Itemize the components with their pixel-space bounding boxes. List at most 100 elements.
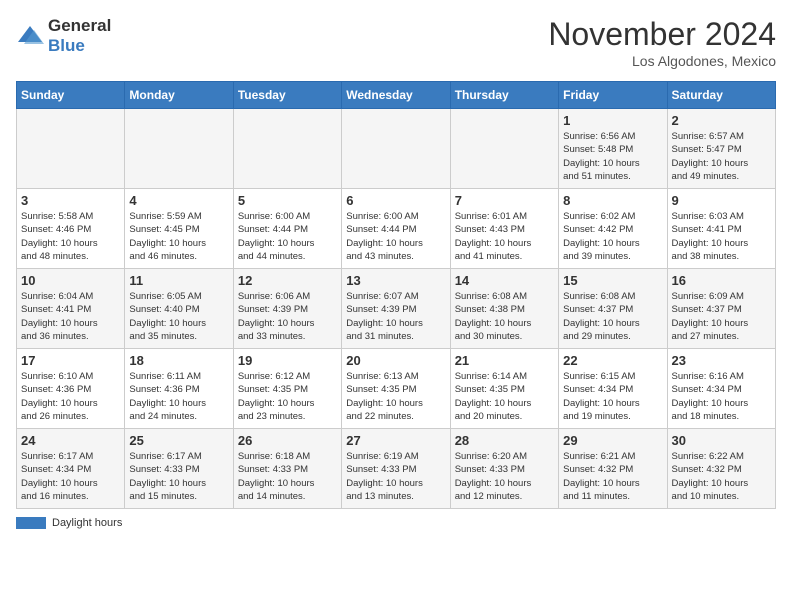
calendar-cell: 11 Sunrise: 6:05 AM Sunset: 4:40 PM Dayli… <box>125 269 233 349</box>
day-info: Sunrise: 6:22 AM Sunset: 4:32 PM Dayligh… <box>672 450 771 503</box>
day-number: 1 <box>563 113 662 128</box>
day-number: 25 <box>129 433 228 448</box>
weekday-header: Monday <box>125 82 233 109</box>
calendar-cell: 8 Sunrise: 6:02 AM Sunset: 4:42 PM Daylig… <box>559 189 667 269</box>
day-number: 14 <box>455 273 554 288</box>
calendar-cell <box>125 109 233 189</box>
day-number: 28 <box>455 433 554 448</box>
day-number: 17 <box>21 353 120 368</box>
weekday-header: Tuesday <box>233 82 341 109</box>
day-info: Sunrise: 6:14 AM Sunset: 4:35 PM Dayligh… <box>455 370 554 423</box>
day-info: Sunrise: 6:00 AM Sunset: 4:44 PM Dayligh… <box>238 210 337 263</box>
day-info: Sunrise: 6:06 AM Sunset: 4:39 PM Dayligh… <box>238 290 337 343</box>
day-info: Sunrise: 6:05 AM Sunset: 4:40 PM Dayligh… <box>129 290 228 343</box>
logo-blue: Blue <box>48 36 85 55</box>
calendar-cell: 9 Sunrise: 6:03 AM Sunset: 4:41 PM Daylig… <box>667 189 775 269</box>
day-number: 27 <box>346 433 445 448</box>
weekday-header: Thursday <box>450 82 558 109</box>
day-number: 30 <box>672 433 771 448</box>
day-number: 12 <box>238 273 337 288</box>
day-number: 2 <box>672 113 771 128</box>
weekday-header: Saturday <box>667 82 775 109</box>
day-number: 5 <box>238 193 337 208</box>
day-info: Sunrise: 6:21 AM Sunset: 4:32 PM Dayligh… <box>563 450 662 503</box>
calendar-cell: 26 Sunrise: 6:18 AM Sunset: 4:33 PM Dayli… <box>233 429 341 509</box>
day-info: Sunrise: 6:03 AM Sunset: 4:41 PM Dayligh… <box>672 210 771 263</box>
calendar-cell <box>17 109 125 189</box>
weekday-header: Wednesday <box>342 82 450 109</box>
legend-color <box>16 517 46 529</box>
calendar-cell: 23Sunrise: 6:16 AM Sunset: 4:34 PM Dayli… <box>667 349 775 429</box>
day-info: Sunrise: 6:17 AM Sunset: 4:34 PM Dayligh… <box>21 450 120 503</box>
day-number: 13 <box>346 273 445 288</box>
day-number: 7 <box>455 193 554 208</box>
calendar-table: SundayMondayTuesdayWednesdayThursdayFrid… <box>16 81 776 509</box>
day-number: 11 <box>129 273 228 288</box>
calendar-header: SundayMondayTuesdayWednesdayThursdayFrid… <box>17 82 776 109</box>
day-number: 10 <box>21 273 120 288</box>
day-info: Sunrise: 6:11 AM Sunset: 4:36 PM Dayligh… <box>129 370 228 423</box>
day-number: 26 <box>238 433 337 448</box>
day-info: Sunrise: 6:01 AM Sunset: 4:43 PM Dayligh… <box>455 210 554 263</box>
day-info: Sunrise: 6:20 AM Sunset: 4:33 PM Dayligh… <box>455 450 554 503</box>
calendar-cell: 4Sunrise: 5:59 AM Sunset: 4:45 PM Daylig… <box>125 189 233 269</box>
weekday-header: Sunday <box>17 82 125 109</box>
day-number: 6 <box>346 193 445 208</box>
calendar-cell: 6Sunrise: 6:00 AM Sunset: 4:44 PM Daylig… <box>342 189 450 269</box>
calendar-cell: 17 Sunrise: 6:10 AM Sunset: 4:36 PM Dayli… <box>17 349 125 429</box>
day-info: Sunrise: 6:56 AM Sunset: 5:48 PM Dayligh… <box>563 130 662 183</box>
day-number: 29 <box>563 433 662 448</box>
calendar-cell: 13 Sunrise: 6:07 AM Sunset: 4:39 PM Dayli… <box>342 269 450 349</box>
calendar-cell: 2Sunrise: 6:57 AM Sunset: 5:47 PM Daylig… <box>667 109 775 189</box>
legend: Daylight hours <box>16 517 776 529</box>
calendar-cell <box>342 109 450 189</box>
calendar-cell: 22Sunrise: 6:15 AM Sunset: 4:34 PM Dayli… <box>559 349 667 429</box>
logo: General Blue <box>16 16 111 56</box>
day-info: Sunrise: 5:58 AM Sunset: 4:46 PM Dayligh… <box>21 210 120 263</box>
calendar-cell: 19 Sunrise: 6:12 AM Sunset: 4:35 PM Dayli… <box>233 349 341 429</box>
day-info: Sunrise: 6:12 AM Sunset: 4:35 PM Dayligh… <box>238 370 337 423</box>
day-number: 22 <box>563 353 662 368</box>
location: Los Algodones, Mexico <box>548 53 776 69</box>
day-number: 18 <box>129 353 228 368</box>
calendar-cell: 16 Sunrise: 6:09 AM Sunset: 4:37 PM Dayli… <box>667 269 775 349</box>
calendar-cell: 10 Sunrise: 6:04 AM Sunset: 4:41 PM Dayli… <box>17 269 125 349</box>
day-number: 20 <box>346 353 445 368</box>
day-number: 15 <box>563 273 662 288</box>
day-info: Sunrise: 6:19 AM Sunset: 4:33 PM Dayligh… <box>346 450 445 503</box>
calendar-cell: 7 Sunrise: 6:01 AM Sunset: 4:43 PM Daylig… <box>450 189 558 269</box>
calendar-cell: 29 Sunrise: 6:21 AM Sunset: 4:32 PM Dayli… <box>559 429 667 509</box>
calendar-cell: 24 Sunrise: 6:17 AM Sunset: 4:34 PM Dayli… <box>17 429 125 509</box>
day-number: 4 <box>129 193 228 208</box>
day-info: Sunrise: 6:08 AM Sunset: 4:38 PM Dayligh… <box>455 290 554 343</box>
calendar-cell: 3 Sunrise: 5:58 AM Sunset: 4:46 PM Daylig… <box>17 189 125 269</box>
day-number: 3 <box>21 193 120 208</box>
calendar-cell: 15 Sunrise: 6:08 AM Sunset: 4:37 PM Dayli… <box>559 269 667 349</box>
calendar-cell <box>450 109 558 189</box>
day-info: Sunrise: 6:13 AM Sunset: 4:35 PM Dayligh… <box>346 370 445 423</box>
day-number: 24 <box>21 433 120 448</box>
day-info: Sunrise: 6:04 AM Sunset: 4:41 PM Dayligh… <box>21 290 120 343</box>
logo-icon <box>16 22 44 50</box>
day-info: Sunrise: 6:07 AM Sunset: 4:39 PM Dayligh… <box>346 290 445 343</box>
day-number: 8 <box>563 193 662 208</box>
calendar-cell: 21Sunrise: 6:14 AM Sunset: 4:35 PM Dayli… <box>450 349 558 429</box>
day-number: 9 <box>672 193 771 208</box>
page-header: General Blue November 2024 Los Algodones… <box>16 16 776 69</box>
calendar-cell: 1 Sunrise: 6:56 AM Sunset: 5:48 PM Daylig… <box>559 109 667 189</box>
calendar-cell: 14 Sunrise: 6:08 AM Sunset: 4:38 PM Dayli… <box>450 269 558 349</box>
calendar-cell: 28 Sunrise: 6:20 AM Sunset: 4:33 PM Dayli… <box>450 429 558 509</box>
calendar-cell: 30 Sunrise: 6:22 AM Sunset: 4:32 PM Dayli… <box>667 429 775 509</box>
title-block: November 2024 Los Algodones, Mexico <box>548 16 776 69</box>
day-info: Sunrise: 6:08 AM Sunset: 4:37 PM Dayligh… <box>563 290 662 343</box>
day-info: Sunrise: 6:02 AM Sunset: 4:42 PM Dayligh… <box>563 210 662 263</box>
calendar-cell: 18 Sunrise: 6:11 AM Sunset: 4:36 PM Dayli… <box>125 349 233 429</box>
day-info: Sunrise: 6:10 AM Sunset: 4:36 PM Dayligh… <box>21 370 120 423</box>
calendar-cell: 5 Sunrise: 6:00 AM Sunset: 4:44 PM Daylig… <box>233 189 341 269</box>
weekday-header: Friday <box>559 82 667 109</box>
day-info: Sunrise: 6:18 AM Sunset: 4:33 PM Dayligh… <box>238 450 337 503</box>
day-number: 19 <box>238 353 337 368</box>
day-info: Sunrise: 6:09 AM Sunset: 4:37 PM Dayligh… <box>672 290 771 343</box>
day-number: 16 <box>672 273 771 288</box>
legend-label: Daylight hours <box>52 517 122 529</box>
